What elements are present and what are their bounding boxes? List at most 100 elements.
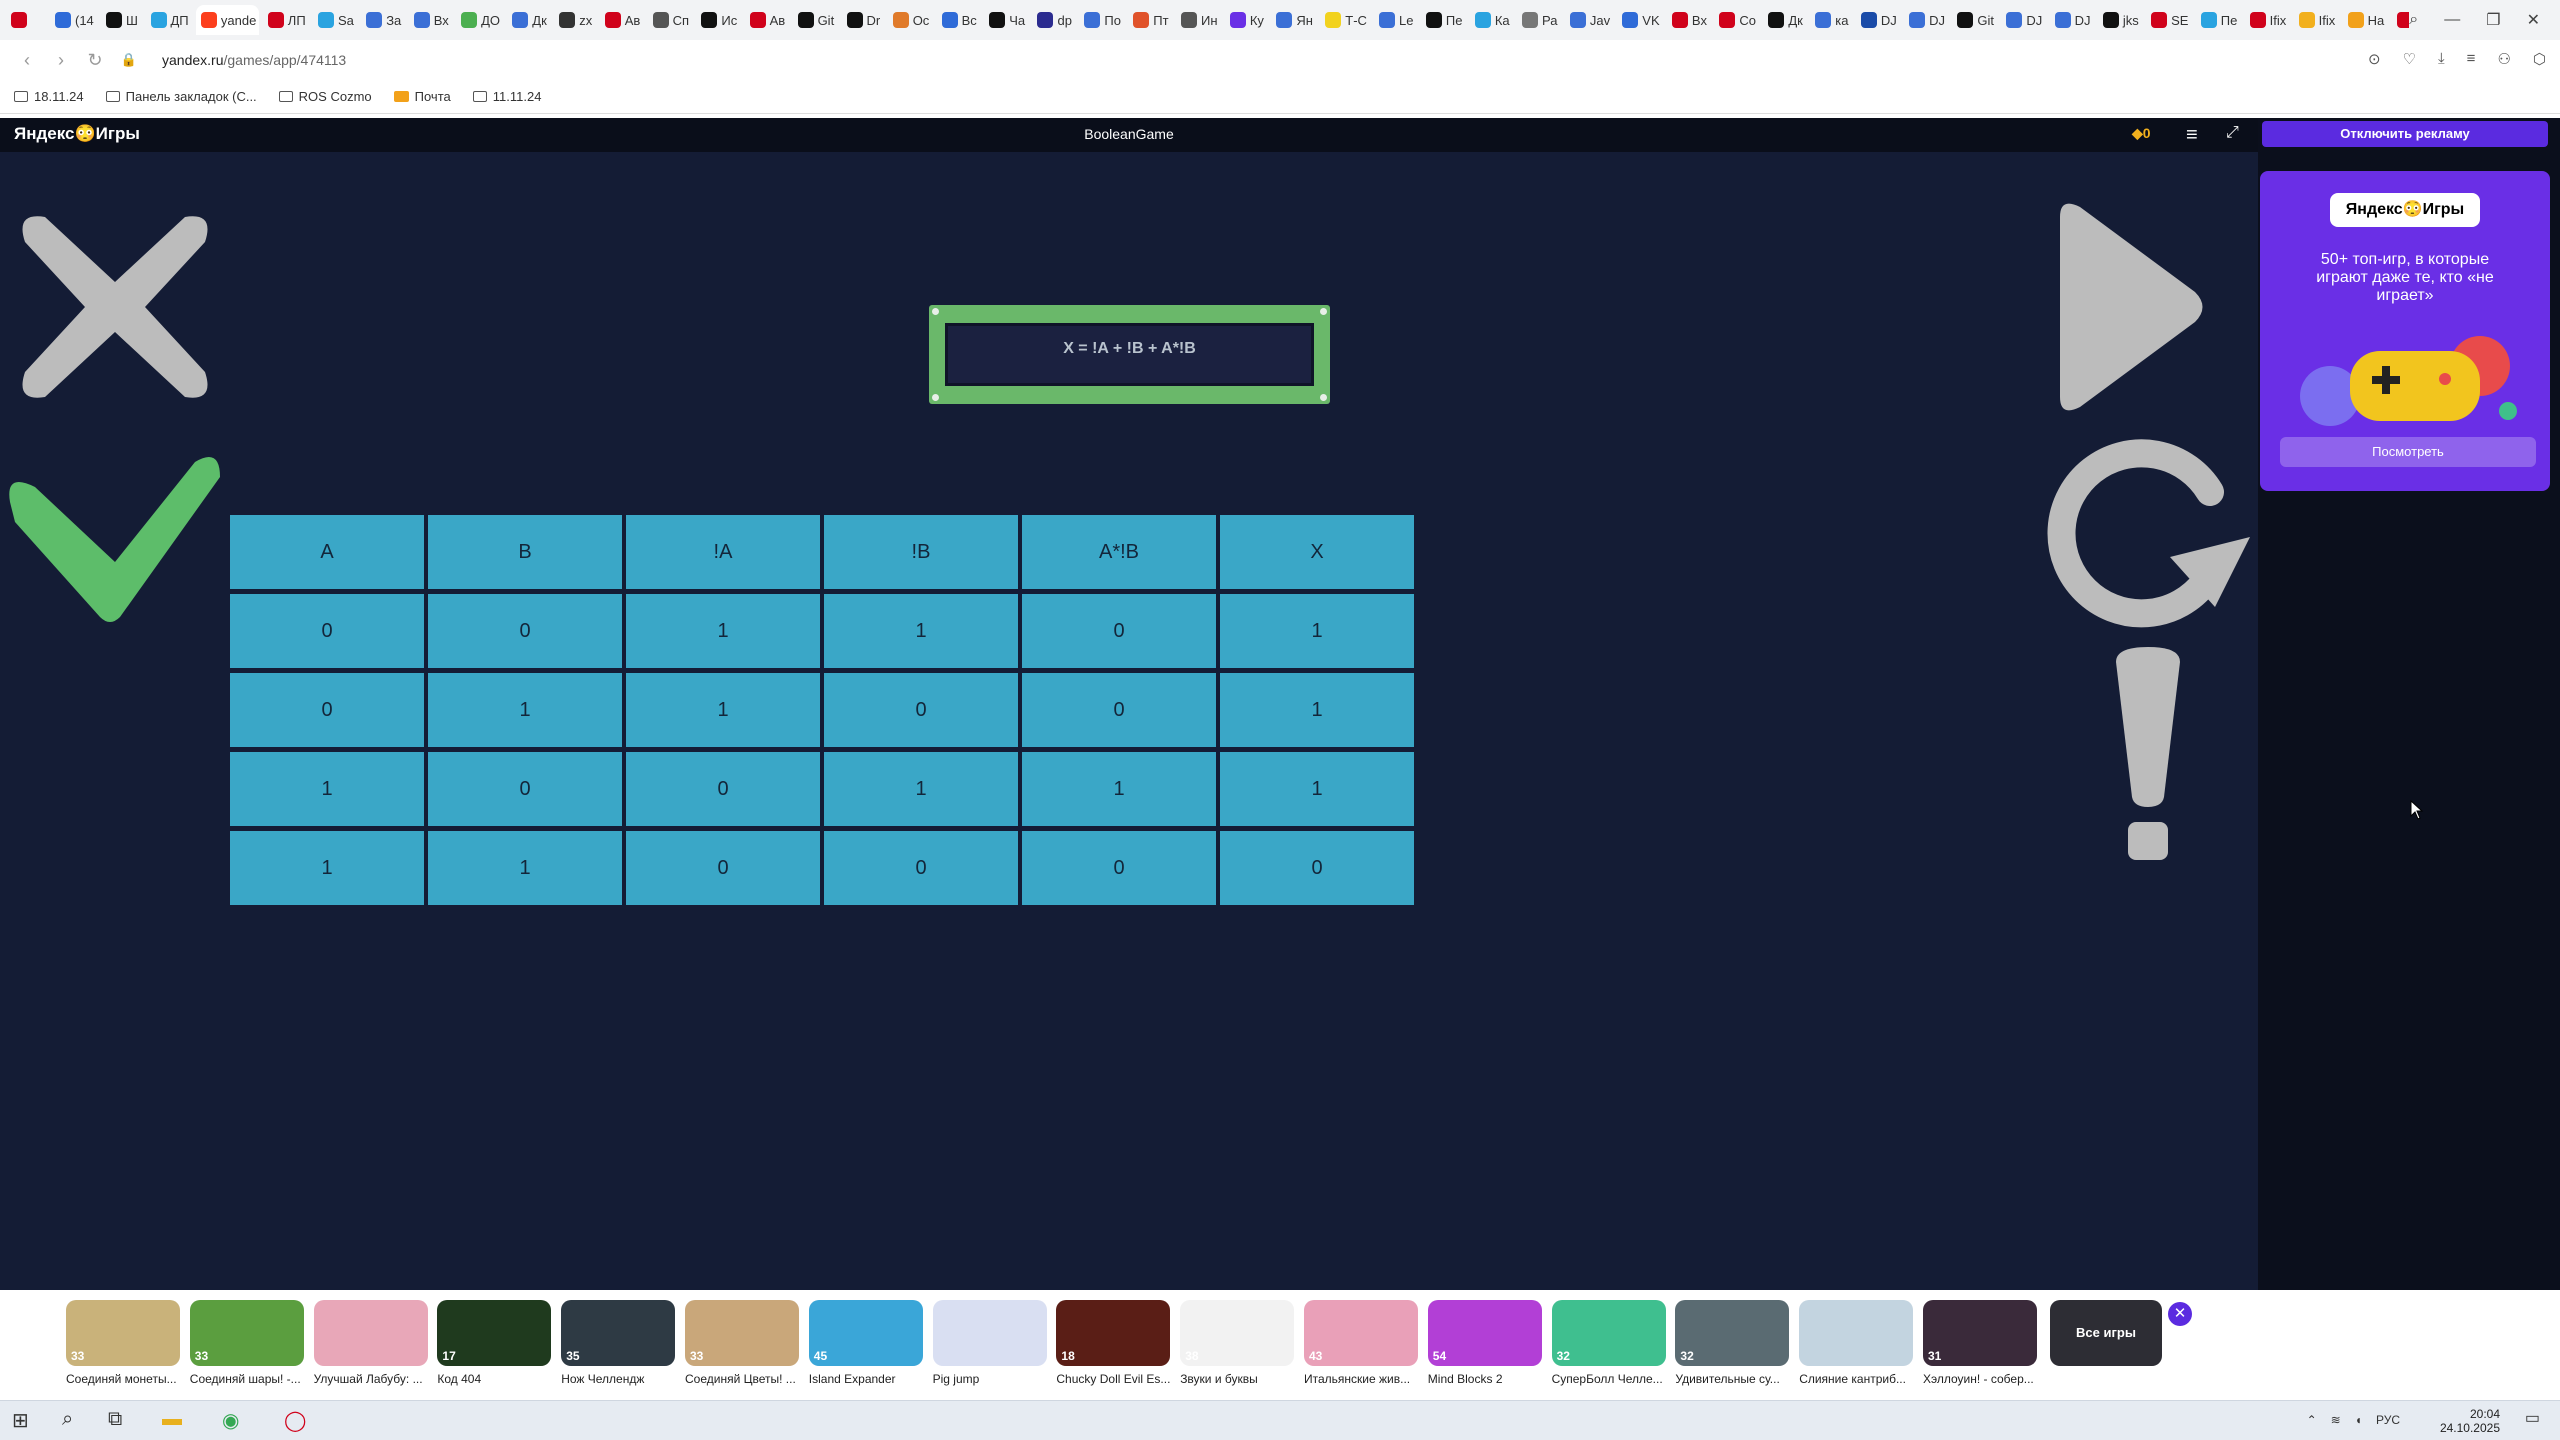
restart-icon[interactable]: [2035, 432, 2255, 632]
game-card[interactable]: Pig jump: [932, 1300, 1047, 1386]
browser-tab[interactable]: Дк: [1763, 5, 1806, 35]
browser-tab[interactable]: ДО: [456, 5, 503, 35]
heart-icon[interactable]: ♡: [2403, 50, 2416, 68]
browser-tab[interactable]: По: [1079, 5, 1124, 35]
browser-tab[interactable]: Git: [793, 5, 838, 35]
browser-tab[interactable]: Dr: [842, 5, 884, 35]
game-card[interactable]: 33 Соединяй монеты...: [66, 1300, 180, 1386]
game-card[interactable]: 17 Код 404: [437, 1300, 552, 1386]
volume-icon[interactable]: ◖: [2355, 1413, 2362, 1427]
hamburger-menu-icon[interactable]: ≡: [2186, 124, 2198, 147]
disable-ads-button[interactable]: Отключить рекламу: [2262, 121, 2548, 147]
browser-tab[interactable]: Ав: [600, 5, 644, 35]
browser-tab[interactable]: DJ: [1856, 5, 1900, 35]
table-cell[interactable]: 1: [428, 831, 622, 905]
profile-icon[interactable]: ⚇: [2497, 50, 2510, 68]
table-cell[interactable]: 1: [230, 831, 424, 905]
table-cell[interactable]: 0: [1022, 594, 1216, 668]
table-cell[interactable]: 1: [824, 752, 1018, 826]
browser-tab[interactable]: На: [2343, 5, 2388, 35]
table-cell[interactable]: 0: [1022, 831, 1216, 905]
table-cell[interactable]: 0: [824, 673, 1018, 747]
extensions-icon[interactable]: ⬡: [2533, 50, 2546, 68]
browser-tab[interactable]: Jav: [1565, 5, 1613, 35]
table-cell[interactable]: 1: [1220, 594, 1414, 668]
browser-tab[interactable]: Дк: [507, 5, 550, 35]
table-cell[interactable]: 1: [1220, 673, 1414, 747]
notifications-icon[interactable]: ▭: [2525, 1408, 2540, 1428]
language-indicator[interactable]: РУС: [2376, 1413, 2400, 1427]
reload-icon[interactable]: ↻: [80, 50, 110, 71]
browser-tab[interactable]: Ав: [745, 5, 789, 35]
table-cell[interactable]: 0: [1022, 673, 1216, 747]
browser-tab[interactable]: Пе: [1421, 5, 1466, 35]
browser-tab[interactable]: Вс: [937, 5, 981, 35]
browser-tab[interactable]: DJ: [2050, 5, 2094, 35]
file-explorer-icon[interactable]: ▬: [162, 1408, 182, 1431]
task-view-icon[interactable]: ⧉: [108, 1408, 122, 1431]
game-card[interactable]: 33 Соединяй шары! -...: [189, 1300, 304, 1386]
table-cell[interactable]: 1: [230, 752, 424, 826]
chevron-up-icon[interactable]: ⌃: [2307, 1413, 2317, 1427]
browser-tab[interactable]: ДП: [146, 5, 192, 35]
browser-tab[interactable]: Со: [1714, 5, 1759, 35]
table-cell[interactable]: 1: [626, 673, 820, 747]
browser-tab[interactable]: zx: [554, 5, 596, 35]
table-cell[interactable]: 0: [230, 673, 424, 747]
search-icon[interactable]: ⌕: [62, 1408, 73, 1431]
clock[interactable]: 20:04 24.10.2025: [2440, 1407, 2500, 1435]
table-cell[interactable]: 0: [626, 831, 820, 905]
browser-tab[interactable]: jks: [2098, 5, 2142, 35]
browser-tab[interactable]: Сп: [648, 5, 693, 35]
browser-tab[interactable]: dp: [1032, 5, 1075, 35]
table-cell[interactable]: 0: [428, 752, 622, 826]
table-cell[interactable]: 0: [230, 594, 424, 668]
table-cell[interactable]: 0: [824, 831, 1018, 905]
play-icon[interactable]: [2050, 197, 2210, 417]
table-cell[interactable]: 0: [626, 752, 820, 826]
game-card[interactable]: 18 Chucky Doll Evil Es...: [1056, 1300, 1171, 1386]
forward-icon[interactable]: ›: [46, 50, 76, 71]
promo-view-button[interactable]: Посмотреть: [2280, 437, 2536, 467]
browser-tab[interactable]: Sa: [313, 5, 357, 35]
download-icon[interactable]: ⤓: [2438, 50, 2445, 68]
maximize-icon[interactable]: ❐: [2486, 10, 2500, 30]
bookmark-item[interactable]: Панель закладок (С...: [105, 89, 257, 104]
browser-tab[interactable]: VK: [1617, 5, 1663, 35]
lock-icon[interactable]: 🔒: [114, 52, 144, 68]
browser-tab[interactable]: Ку: [1225, 5, 1268, 35]
browser-tab[interactable]: Ш: [101, 5, 141, 35]
browser-tab[interactable]: Ос: [888, 5, 933, 35]
network-icon[interactable]: ≋: [2331, 1413, 2341, 1427]
game-card[interactable]: Улучшай Лабубу: ...: [313, 1300, 428, 1386]
game-card[interactable]: 45 Island Expander: [808, 1300, 923, 1386]
chrome-icon[interactable]: ◉: [222, 1408, 239, 1433]
browser-tab[interactable]: DJ: [1904, 5, 1948, 35]
hint-exclamation-icon[interactable]: [2108, 647, 2188, 862]
game-card[interactable]: 31 Хэллоуин! - собер...: [1923, 1300, 2037, 1386]
table-cell[interactable]: 0: [428, 594, 622, 668]
url-field[interactable]: yandex.ru/games/app/474113: [162, 52, 346, 68]
camera-icon[interactable]: ⊙: [2368, 50, 2381, 68]
game-card[interactable]: Слияние кантриб...: [1799, 1300, 1914, 1386]
all-games-button[interactable]: Все игры: [2050, 1300, 2162, 1366]
browser-tab[interactable]: Пе: [2196, 5, 2241, 35]
bookmark-item[interactable]: Почта: [393, 89, 451, 104]
close-window-icon[interactable]: ✕: [2527, 10, 2540, 30]
game-card[interactable]: 32 СуперБолл Челле...: [1551, 1300, 1666, 1386]
browser-tab[interactable]: Ча: [984, 5, 1028, 35]
browser-tab[interactable]: Ка: [1470, 5, 1513, 35]
browser-tab[interactable]: SE: [2146, 5, 2192, 35]
browser-tab[interactable]: Ifix: [2245, 5, 2290, 35]
browser-tab[interactable]: Git: [1952, 5, 1997, 35]
back-icon[interactable]: ‹: [12, 50, 42, 71]
game-card[interactable]: 38 Звуки и буквы: [1180, 1300, 1295, 1386]
bookmark-item[interactable]: 11.11.24: [472, 89, 541, 104]
browser-tab[interactable]: DJ: [2001, 5, 2045, 35]
browser-tab[interactable]: Ян: [1271, 5, 1316, 35]
game-card[interactable]: 43 Итальянские жив...: [1304, 1300, 1418, 1386]
browser-tab[interactable]: (14: [50, 5, 97, 35]
table-cell[interactable]: 1: [626, 594, 820, 668]
correct-check-icon[interactable]: [5, 442, 225, 622]
table-cell[interactable]: 1: [824, 594, 1018, 668]
